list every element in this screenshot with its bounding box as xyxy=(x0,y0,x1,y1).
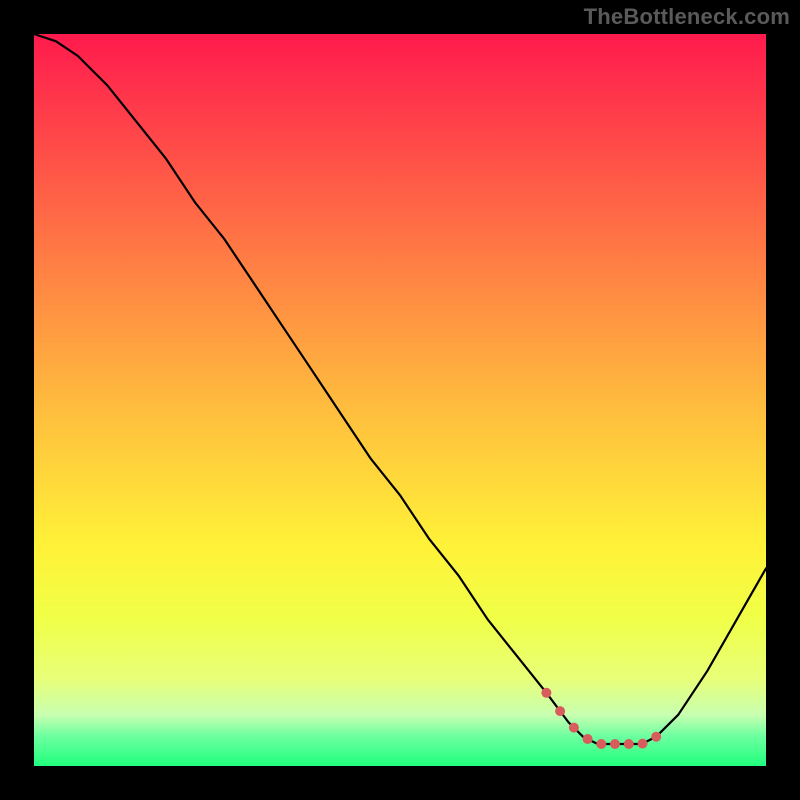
highlight-markers xyxy=(541,688,661,749)
chart-svg xyxy=(34,34,766,766)
highlight-dot xyxy=(651,732,661,742)
highlight-dot xyxy=(555,706,565,716)
highlight-dot xyxy=(624,739,634,749)
highlight-dot xyxy=(583,734,593,744)
highlight-dot xyxy=(610,739,620,749)
highlight-dot xyxy=(541,688,551,698)
watermark-text: TheBottleneck.com xyxy=(584,4,790,30)
chart-plot-area xyxy=(34,34,766,766)
highlight-dot xyxy=(569,723,579,733)
highlight-dot xyxy=(596,739,606,749)
bottleneck-curve xyxy=(34,34,766,744)
highlight-dot xyxy=(638,739,648,749)
